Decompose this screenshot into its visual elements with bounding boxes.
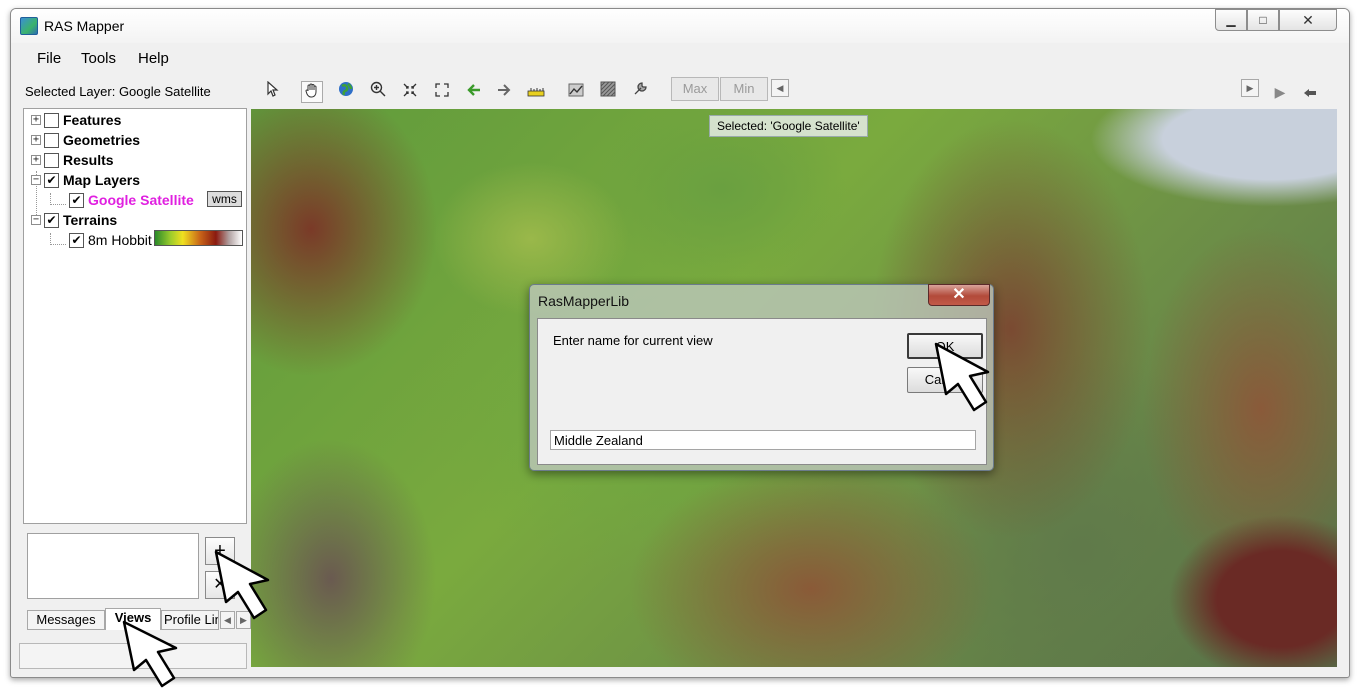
- dialog-close-button[interactable]: ✕: [928, 284, 990, 306]
- zoom-out-arrows-icon[interactable]: [399, 81, 421, 103]
- tab-profile-lines[interactable]: Profile Lin: [161, 610, 219, 630]
- select-arrow-icon[interactable]: [261, 80, 283, 103]
- terrain-color-ramp: [154, 230, 243, 246]
- tab-messages[interactable]: Messages: [27, 610, 105, 630]
- tree-connector: [50, 193, 66, 205]
- full-extent-icon[interactable]: [431, 81, 453, 103]
- raster-grid-icon[interactable]: [597, 81, 619, 103]
- collapse-icon[interactable]: −: [31, 175, 41, 185]
- tab-views[interactable]: Views: [105, 608, 161, 630]
- tree-item-geometries[interactable]: + Geometries: [31, 130, 140, 150]
- tree-item-google-satellite[interactable]: ✔ Google Satellite: [69, 190, 194, 210]
- maximize-button[interactable]: □: [1247, 9, 1279, 31]
- status-area: [19, 643, 247, 669]
- tree-item-terrain[interactable]: ✔ 8m Hobbit: [69, 230, 153, 250]
- view-name-dialog: RasMapperLib ✕ Enter name for current vi…: [529, 284, 994, 471]
- back-arrow-icon[interactable]: [463, 81, 485, 103]
- dialog-title: RasMapperLib: [538, 293, 630, 309]
- tree-label-terrain: 8m Hobbit: [88, 232, 152, 248]
- ok-button[interactable]: OK: [907, 333, 983, 359]
- tabs-scroll-right-icon[interactable]: ▶: [236, 611, 251, 629]
- tree-connector: [50, 233, 66, 245]
- add-view-button[interactable]: +: [205, 537, 235, 565]
- settings-tools-icon[interactable]: [629, 81, 651, 103]
- globe-icon[interactable]: [335, 81, 357, 103]
- dialog-prompt: Enter name for current view: [553, 333, 713, 348]
- menu-file[interactable]: File: [37, 50, 61, 67]
- pan-hand-icon[interactable]: [301, 81, 323, 103]
- google-satellite-checkbox[interactable]: ✔: [69, 192, 84, 208]
- cancel-button[interactable]: Cancel: [907, 367, 983, 393]
- zoom-in-icon[interactable]: [367, 81, 389, 103]
- selected-layer-label: Selected Layer: Google Satellite: [25, 84, 211, 99]
- window-title: RAS Mapper: [44, 18, 125, 34]
- expand-icon[interactable]: +: [31, 155, 41, 165]
- menu-tools[interactable]: Tools: [81, 50, 116, 67]
- forward-arrow-icon[interactable]: [493, 81, 515, 103]
- tree-label-google-satellite: Google Satellite: [88, 192, 194, 208]
- min-button[interactable]: Min: [720, 77, 768, 101]
- tree-label-features: Features: [63, 112, 122, 128]
- bottom-tabs: Messages Views Profile Lin ◀ ▶: [23, 608, 251, 632]
- measure-ruler-icon[interactable]: [525, 81, 547, 103]
- terrains-checkbox[interactable]: ✔: [44, 212, 59, 228]
- dialog-body: Enter name for current view OK Cancel: [537, 318, 987, 465]
- tabs-scroll-left-icon[interactable]: ◀: [220, 611, 235, 629]
- play-icon[interactable]: ▶: [1269, 81, 1291, 103]
- view-name-input[interactable]: [550, 430, 976, 450]
- views-list[interactable]: [27, 533, 199, 599]
- layer-tree: + Features + Geometries + Results − ✔ Ma…: [23, 108, 247, 524]
- tree-label-terrains: Terrains: [63, 212, 118, 228]
- views-panel: + ✕: [23, 531, 249, 606]
- close-button[interactable]: ✕: [1279, 9, 1337, 31]
- map-layers-checkbox[interactable]: ✔: [44, 172, 59, 188]
- tree-item-terrains[interactable]: − ✔ Terrains: [31, 210, 117, 230]
- features-checkbox[interactable]: [44, 112, 59, 128]
- ras-mapper-app-icon: [20, 17, 38, 35]
- map-toolbar: Max Min ◀ ▶ ▶: [261, 77, 1341, 105]
- tree-label-map-layers: Map Layers: [63, 172, 141, 188]
- tree-label-geometries: Geometries: [63, 132, 141, 148]
- minimize-button[interactable]: ▁: [1215, 9, 1247, 31]
- title-bar: RAS Mapper ▁ □ ✕: [11, 9, 1349, 43]
- menu-help[interactable]: Help: [138, 50, 169, 67]
- tree-label-results: Results: [63, 152, 114, 168]
- menu-bar: File Tools Help: [11, 45, 1349, 69]
- tree-item-results[interactable]: + Results: [31, 150, 114, 170]
- expand-icon[interactable]: +: [31, 115, 41, 125]
- animation-settings-icon[interactable]: [1299, 81, 1321, 103]
- tree-item-features[interactable]: + Features: [31, 110, 121, 130]
- geometries-checkbox[interactable]: [44, 132, 59, 148]
- results-checkbox[interactable]: [44, 152, 59, 168]
- collapse-icon[interactable]: −: [31, 215, 41, 225]
- max-button[interactable]: Max: [671, 77, 719, 101]
- wms-badge: wms: [207, 191, 242, 207]
- map-selected-layer-label: Selected: 'Google Satellite': [709, 115, 868, 137]
- expand-icon[interactable]: +: [31, 135, 41, 145]
- time-scroll-right-icon[interactable]: ▶: [1241, 79, 1259, 97]
- remove-view-button[interactable]: ✕: [205, 571, 235, 599]
- profile-chart-icon[interactable]: [565, 81, 587, 103]
- time-scroll-left-icon[interactable]: ◀: [771, 79, 789, 97]
- terrain-checkbox[interactable]: ✔: [69, 232, 84, 248]
- tree-item-map-layers[interactable]: − ✔ Map Layers: [31, 170, 140, 190]
